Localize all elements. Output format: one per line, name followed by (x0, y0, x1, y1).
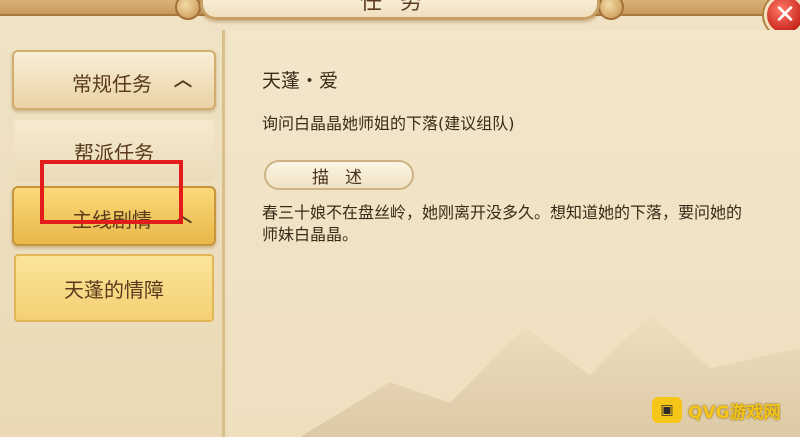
banner-knob-right (598, 0, 624, 20)
title-banner: 任务 (200, 0, 600, 20)
quest-goal: 询问白晶晶她师姐的下落(建议组队) (262, 114, 515, 133)
quest-title: 天蓬・爱 (262, 70, 339, 92)
chevron-up-icon: ︿ (174, 70, 192, 91)
gamepad-icon: ▣ (652, 397, 682, 423)
category-label: 常规任务 (72, 72, 152, 96)
description-tab-label: 描述 (312, 167, 378, 188)
window-title: 任务 (359, 0, 440, 15)
description-tab[interactable]: 描述 (264, 160, 414, 190)
quest-description: 春三十娘不在盘丝岭，她刚离开没多久。想知道她的下落，要问她的师妹白晶晶。 (262, 203, 743, 244)
ornament-left-icon (223, 0, 283, 4)
quest-window: 任务 ✕ 常规任务 ︿ 帮派任务 主线剧情 ︿ 天蓬的情障 天蓬・爱 询问白晶晶… (0, 0, 800, 437)
site-watermark: ▣ QVG游戏网 (652, 396, 781, 424)
watermark-text: QVG游戏网 (688, 402, 781, 423)
highlight-annotation (40, 160, 183, 224)
subitem-label: 天蓬的情障 (64, 277, 164, 302)
subitem-tianpeng-quest[interactable]: 天蓬的情障 (14, 254, 214, 322)
category-regular-quests[interactable]: 常规任务 ︿ (12, 50, 216, 110)
quest-category-sidebar: 常规任务 ︿ 帮派任务 主线剧情 ︿ 天蓬的情障 (0, 30, 225, 437)
close-icon: ✕ (774, 0, 796, 30)
ornament-right-icon (517, 0, 577, 4)
banner-knob-left (175, 0, 201, 20)
